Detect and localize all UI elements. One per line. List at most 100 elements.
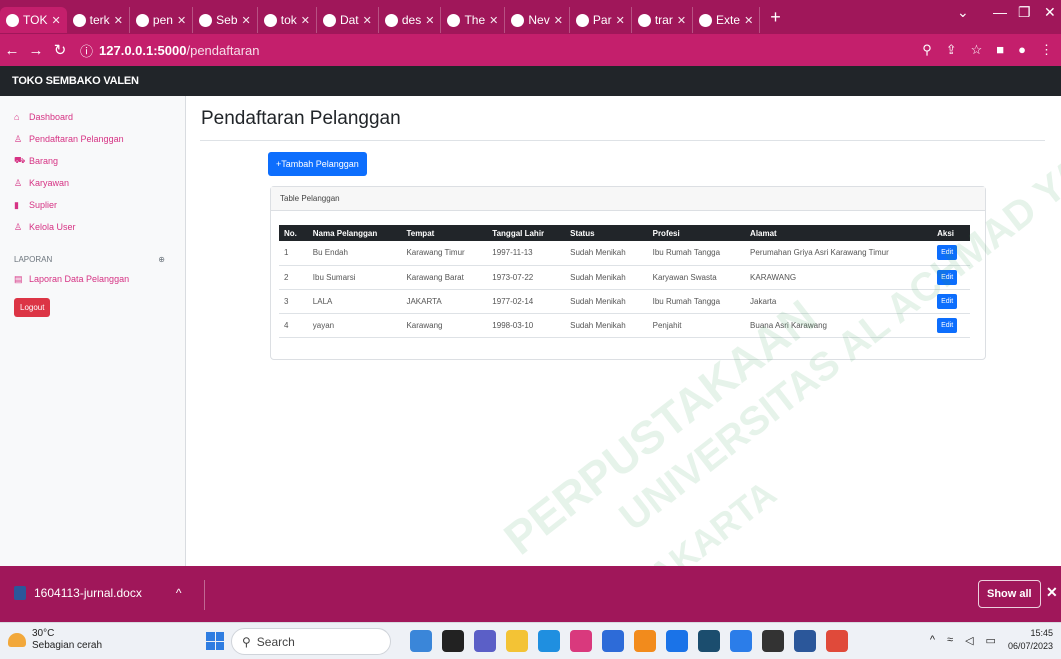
- close-tab-icon[interactable]: ✕: [489, 14, 498, 27]
- tab-label: Nev: [528, 13, 550, 27]
- brand-label[interactable]: TOKO SEMBAKO VALEN: [12, 75, 139, 87]
- close-tab-icon[interactable]: ✕: [114, 14, 123, 27]
- sidebar-panel-icon[interactable]: ■: [996, 42, 1004, 58]
- sidebar-item-karyawan[interactable]: ♙ Karyawan: [0, 172, 185, 194]
- app-icon[interactable]: [442, 630, 464, 652]
- table-row: 3 LALA JAKARTA 1977-02-14 Sudah Menikah Ibu R…: [279, 289, 970, 314]
- tab-favicon-icon: [6, 13, 19, 27]
- sidebar-item-pendaftaran-pelanggan[interactable]: ♙ Pendaftaran Pelanggan: [0, 128, 185, 150]
- word-icon[interactable]: [794, 630, 816, 652]
- restore-icon[interactable]: ❐: [1018, 4, 1031, 21]
- close-tab-icon[interactable]: ✕: [242, 14, 251, 27]
- chevron-up-icon[interactable]: ^: [176, 586, 182, 600]
- search-icon: ⚲: [242, 634, 251, 649]
- sidebar-item-label: Pendaftaran Pelanggan: [29, 134, 124, 144]
- browser-tab[interactable]: Nev ✕: [505, 7, 570, 33]
- weather-icon: [8, 633, 26, 647]
- action-cell: Edit: [932, 313, 970, 338]
- browser-tab[interactable]: terk ✕: [67, 7, 130, 33]
- close-tab-icon[interactable]: ✕: [301, 14, 310, 27]
- close-tab-icon[interactable]: ✕: [363, 14, 372, 27]
- vscode-icon[interactable]: [730, 630, 752, 652]
- browser-tab[interactable]: tok ✕: [258, 7, 317, 33]
- logout-button[interactable]: Logout: [14, 298, 51, 317]
- weather-widget[interactable]: 30°C Sebagian cerah: [8, 628, 102, 652]
- sidebar-item-kelola-user[interactable]: ♙ Kelola User: [0, 216, 185, 238]
- teams-icon[interactable]: [474, 630, 496, 652]
- action-cell: Edit: [932, 265, 970, 290]
- back-icon[interactable]: ←: [0, 42, 24, 59]
- volume-icon[interactable]: ◁: [965, 634, 973, 647]
- sidebar-item-suplier[interactable]: ▮ Suplier: [0, 194, 185, 216]
- add-customer-button[interactable]: +Tambah Pelanggan: [268, 152, 367, 176]
- close-window-icon[interactable]: ✕: [1044, 4, 1056, 21]
- sidebar-item-dashboard[interactable]: ⌂ Dashboard: [0, 106, 185, 128]
- download-item[interactable]: 1604113-jurnal.docx ^: [14, 586, 182, 600]
- browser-tab[interactable]: The ✕: [441, 7, 506, 33]
- tab-favicon-icon: [699, 13, 713, 27]
- app-icon[interactable]: [570, 630, 592, 652]
- sidebar-item-label: Barang: [29, 156, 59, 166]
- browser-tab[interactable]: Exte ✕: [693, 7, 761, 33]
- minimize-icon[interactable]: —: [993, 4, 1007, 20]
- windows-start-icon[interactable]: [206, 632, 224, 650]
- url-path: /pendaftaran: [186, 42, 260, 58]
- profile-avatar[interactable]: ●: [1018, 42, 1026, 58]
- taskbar-search[interactable]: ⚲ Search: [231, 628, 391, 655]
- browser-tab[interactable]: Dat ✕: [317, 7, 379, 33]
- sidebar-item-barang[interactable]: ⛟ Barang: [0, 150, 185, 172]
- url-field[interactable]: ⓘ 127.0.0.1:5000/pendaftaran: [80, 41, 260, 60]
- sidebar-item-laporan-pelanggan[interactable]: ▤ Laporan Data Pelanggan: [0, 268, 185, 290]
- zoom-icon[interactable]: ⚲: [922, 42, 932, 58]
- address-bar: ← → ↻ ⓘ 127.0.0.1:5000/pendaftaran ⚲ ⇪ ☆…: [0, 34, 1061, 66]
- tab-label: tok: [280, 13, 297, 27]
- table-cell: Sudah Menikah: [565, 265, 648, 290]
- forward-icon[interactable]: →: [24, 42, 48, 59]
- close-tab-icon[interactable]: ✕: [554, 14, 563, 27]
- clock[interactable]: 15:45 06/07/2023: [1008, 627, 1053, 653]
- edit-button[interactable]: Edit: [937, 245, 958, 261]
- browser-tab[interactable]: TOK ✕: [0, 7, 67, 33]
- battery-icon[interactable]: ▭: [986, 634, 996, 647]
- browser-tab[interactable]: pen ✕: [130, 7, 194, 33]
- new-tab-icon[interactable]: +: [760, 7, 791, 28]
- terminal-icon[interactable]: [762, 630, 784, 652]
- mail-icon[interactable]: [602, 630, 624, 652]
- edit-button[interactable]: Edit: [937, 317, 958, 333]
- edit-button[interactable]: Edit: [937, 293, 958, 309]
- close-tab-icon[interactable]: ✕: [425, 14, 434, 27]
- browser-tab[interactable]: Seb ✕: [193, 7, 258, 33]
- customer-table-card: Table Pelanggan No. Nama Pelanggan Tempat T…: [270, 186, 986, 360]
- close-icon[interactable]: ✕: [1046, 584, 1058, 601]
- close-tab-icon[interactable]: ✕: [744, 14, 753, 27]
- close-tab-icon[interactable]: ✕: [51, 14, 60, 27]
- reload-icon[interactable]: ↻: [48, 41, 72, 59]
- wifi-icon[interactable]: ≈: [947, 634, 953, 646]
- chrome-icon[interactable]: [826, 630, 848, 652]
- edit-button[interactable]: Edit: [937, 269, 958, 285]
- bookmark-star-icon[interactable]: ☆: [971, 42, 983, 58]
- table-cell: Ibu Sumarsi: [307, 265, 402, 290]
- sidebar-heading-laporan[interactable]: LAPORAN ⊕: [0, 250, 185, 268]
- close-tab-icon[interactable]: ✕: [616, 14, 625, 27]
- chevron-down-icon[interactable]: ⌄: [957, 4, 969, 21]
- browser-tab[interactable]: Par ✕: [570, 7, 632, 33]
- file-explorer-icon[interactable]: [506, 630, 528, 652]
- browser-tab[interactable]: trar ✕: [632, 7, 694, 33]
- close-tab-icon[interactable]: ✕: [177, 14, 186, 27]
- share-icon[interactable]: ⇪: [946, 42, 957, 58]
- app-icon[interactable]: [666, 630, 688, 652]
- close-tab-icon[interactable]: ✕: [677, 14, 686, 27]
- browser-tab[interactable]: des ✕: [379, 7, 442, 33]
- info-icon[interactable]: ⓘ: [80, 41, 93, 60]
- app-icon[interactable]: [698, 630, 720, 652]
- edge-icon[interactable]: [538, 630, 560, 652]
- sidebar-heading-label: LAPORAN: [14, 254, 53, 264]
- plus-circle-icon[interactable]: ⊕: [158, 255, 165, 264]
- tab-favicon-icon: [72, 13, 86, 27]
- show-all-button[interactable]: Show all: [978, 580, 1041, 608]
- app-icon[interactable]: [410, 630, 432, 652]
- chevron-up-icon[interactable]: ^: [930, 634, 935, 646]
- sublime-icon[interactable]: [634, 630, 656, 652]
- more-menu-icon[interactable]: ⋮: [1040, 42, 1053, 58]
